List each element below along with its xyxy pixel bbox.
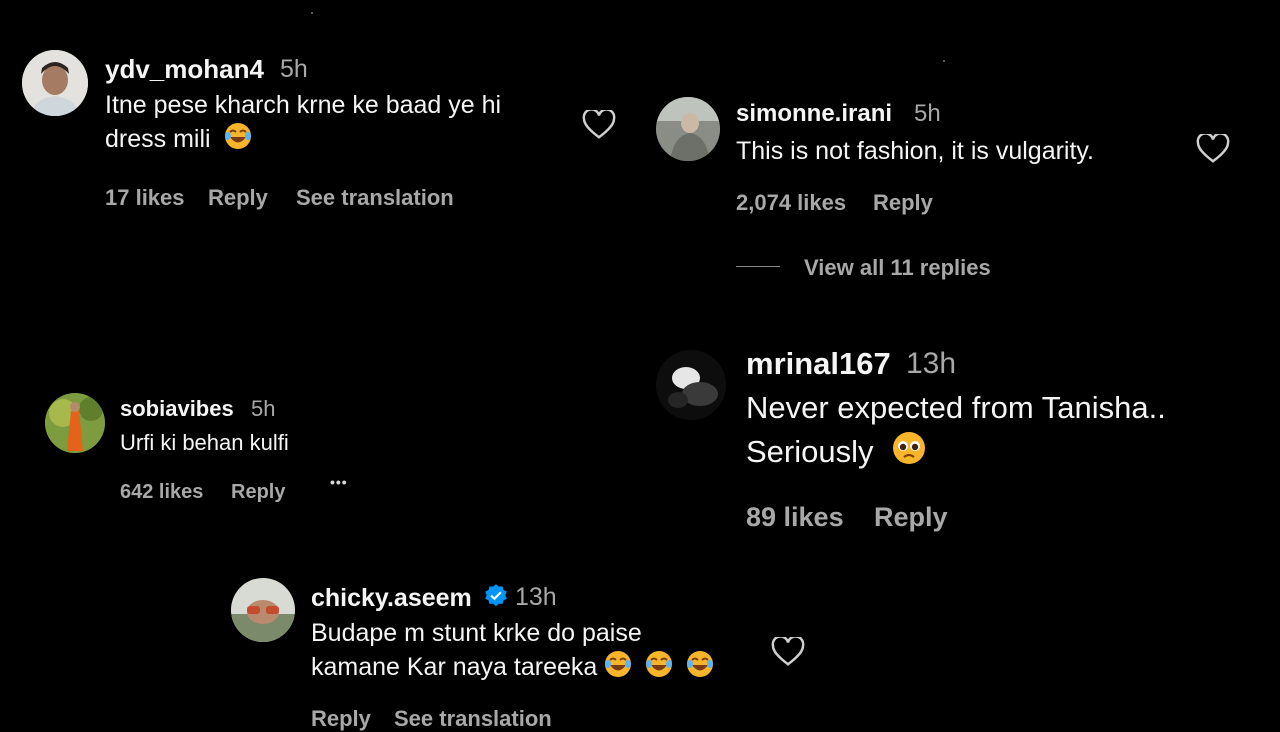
avatar[interactable]	[656, 350, 726, 420]
reply-button[interactable]: Reply	[873, 190, 933, 216]
username[interactable]: simonne.irani	[736, 100, 892, 128]
avatar[interactable]	[22, 50, 88, 116]
avatar[interactable]	[656, 97, 720, 161]
comment-text: Itne pese kharch krne ke baad ye hi dres…	[105, 88, 501, 159]
username[interactable]: chicky.aseem	[311, 583, 509, 616]
stray-dot	[943, 60, 945, 62]
timestamp: 13h	[515, 583, 557, 611]
like-heart-icon[interactable]	[771, 635, 805, 672]
like-heart-icon[interactable]	[582, 108, 616, 145]
timestamp: 5h	[280, 55, 308, 83]
view-replies-button[interactable]: View all 11 replies	[804, 255, 991, 281]
face-with-tears-of-joy-icon	[224, 122, 252, 159]
comment-text: Urfi ki behan kulfi	[120, 430, 289, 455]
timestamp: 13h	[906, 347, 957, 380]
reply-button[interactable]: Reply	[231, 481, 285, 504]
face-with-tears-of-joy-icon	[604, 650, 632, 687]
likes-count[interactable]: 2,074 likes	[736, 190, 846, 216]
username[interactable]: sobiavibes	[120, 396, 234, 422]
see-translation-button[interactable]: See translation	[296, 185, 454, 211]
avatar[interactable]	[45, 393, 105, 453]
reply-button[interactable]: Reply	[874, 502, 948, 533]
avatar[interactable]	[231, 578, 295, 642]
comment-text: Never expected from Tanisha.. Seriously	[746, 386, 1166, 477]
replies-divider	[736, 266, 780, 267]
comment-text: Budape m stunt krke do paise kamane Kar …	[311, 616, 714, 687]
like-heart-icon[interactable]	[1196, 132, 1230, 169]
timestamp: 5h	[251, 396, 276, 421]
likes-count[interactable]: 89 likes	[746, 502, 844, 533]
timestamp: 5h	[914, 100, 941, 127]
username[interactable]: mrinal167	[746, 346, 891, 382]
more-options-button[interactable]: •••	[330, 474, 348, 490]
stray-dot	[311, 12, 313, 14]
reply-button[interactable]: Reply	[208, 185, 268, 211]
pleading-face-icon	[892, 431, 926, 477]
face-with-tears-of-joy-icon	[686, 650, 714, 687]
face-with-tears-of-joy-icon	[645, 650, 673, 687]
likes-count[interactable]: 17 likes	[105, 185, 185, 211]
likes-count[interactable]: 642 likes	[120, 481, 203, 504]
username[interactable]: ydv_mohan4	[105, 54, 264, 85]
comment-text: This is not fashion, it is vulgarity.	[736, 137, 1095, 165]
see-translation-button[interactable]: See translation	[394, 706, 552, 732]
verified-badge-icon	[483, 583, 509, 616]
reply-button[interactable]: Reply	[311, 706, 371, 732]
